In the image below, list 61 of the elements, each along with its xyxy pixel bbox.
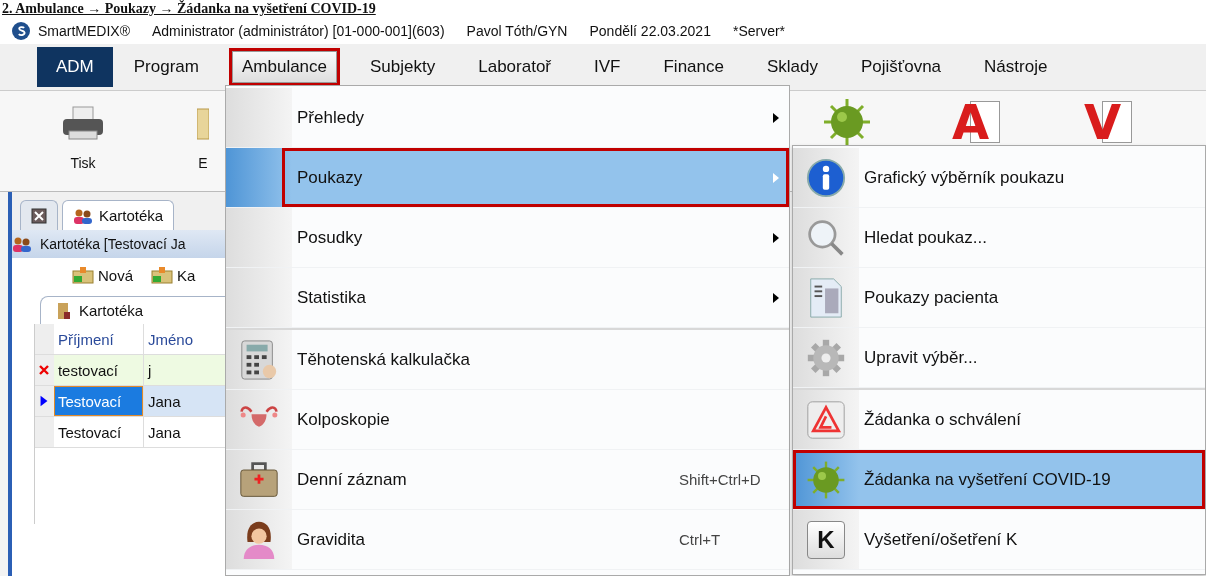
menu-item[interactable]: Denní záznam Shift+Ctrl+D [226,450,789,510]
close-icon [31,207,47,224]
date-label: Pondělí 22.03.2021 [589,22,711,39]
error-cross-icon [39,364,50,376]
table-cell: testovací [53,355,144,385]
calculator-icon [239,338,279,381]
menu-item[interactable]: Těhotenská kalkulačka [226,330,789,390]
menu-item[interactable]: Gravidita Ctrl+T [226,510,789,570]
app-logo-icon [12,21,30,40]
menu-item[interactable]: Grafický výběrník poukazu [793,148,1205,208]
menu-item[interactable]: Finance [650,48,737,86]
menu-item[interactable]: Subjekty [357,48,449,86]
menu-item[interactable]: Program [120,48,212,86]
ribbon-button[interactable]: E [191,91,215,191]
menu-item[interactable]: Upravit výběr... [793,328,1205,388]
menu-item[interactable]: Ambulance [228,48,341,86]
folder-icon [197,105,209,141]
shortcut-label: Shift+Ctrl+D [679,471,762,488]
key-letter-icon: K [807,520,845,559]
menu-item[interactable]: Poukazy pacienta [793,268,1205,328]
triangle-logo-icon [806,398,846,441]
submenu-arrow-icon [773,292,779,303]
menu-item[interactable]: Přehledy [226,88,789,148]
app-name: SmartMEDIX® [38,22,130,39]
server-label: *Server* [732,22,786,39]
caption-heading: 2. Ambulance → Poukazy → Žádanka na vyšetření COVID-19 [0,0,1206,17]
menu-item[interactable]: Laboratoř [465,48,564,86]
card-folder-icon [151,266,174,284]
panel-title: Kartotéka [Testovací Ja [40,236,186,252]
submenu-arrow-icon [773,112,779,123]
toolbar-button[interactable]: Nová [72,264,134,286]
menu-item[interactable]: Pojišťovna [848,48,955,86]
people-icon [12,236,32,252]
toolbar-button[interactable]: Ka [151,264,196,286]
table-cell: Testovací [53,417,144,447]
menu-item[interactable]: Žádanka na vyšetření COVID-19 [793,450,1205,510]
table-cell: Testovací [53,386,144,416]
current-row-arrow-icon [39,395,50,407]
menu-item[interactable]: Kolposkopie [226,390,789,450]
menu-item[interactable]: Sklady [753,48,831,86]
menu-item[interactable]: Hledat poukaz... [793,208,1205,268]
menu-item[interactable]: Poukazy [226,148,789,208]
menu-item[interactable]: Nástroje [971,48,1061,86]
close-tab-button[interactable] [20,200,58,230]
card-folder-icon [72,266,94,284]
menu-item[interactable]: Posudky [226,208,789,268]
menu-item[interactable]: IVF [581,48,634,86]
user-label: Administrator (administrátor) [01-000-001](603) [152,22,445,39]
submenu-arrow-icon [773,232,779,243]
menu-item[interactable]: ADM [37,47,113,87]
menu-item[interactable]: K Vyšetření/ošetření K [793,510,1205,570]
submenu-arrow-icon [773,172,779,183]
kartoteka-tab[interactable]: Kartotéka [62,200,175,230]
info-icon [806,156,846,199]
printer-icon [61,105,105,141]
menu-item[interactable]: Žádanka o schválení [793,390,1205,450]
people-icon [73,207,93,224]
ribbon-button[interactable]: Tisk [55,91,111,191]
doctor-label: Pavol Tóth/GYN [466,22,568,39]
shortcut-label: Ctrl+T [679,531,722,548]
folder-icon [57,301,71,320]
